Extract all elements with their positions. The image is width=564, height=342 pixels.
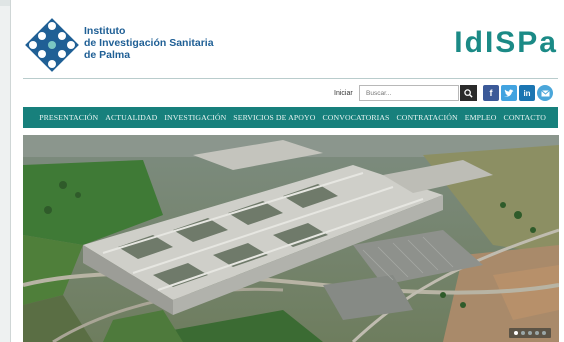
brand-wordmark[interactable]: IdISPa <box>454 26 558 60</box>
envelope-glyph <box>540 89 550 96</box>
nav-item-convocatorias[interactable]: CONVOCATORIAS <box>322 113 389 122</box>
linkedin-glyph: in <box>523 88 531 98</box>
hero-aerial-photo <box>23 135 559 342</box>
nav-item-presentacion[interactable]: PRESENTACIÓN <box>39 113 98 122</box>
login-link[interactable]: Iniciar <box>334 90 353 97</box>
search-input[interactable] <box>359 85 459 101</box>
main-nav: PRESENTACIÓN ACTUALIDAD INVESTIGACIÓN SE… <box>23 107 558 128</box>
slider-dot-4[interactable] <box>535 331 539 335</box>
search-button[interactable] <box>460 85 477 101</box>
header-divider <box>23 78 558 79</box>
twitter-icon[interactable] <box>501 85 517 101</box>
institute-logo-icon[interactable] <box>24 17 80 73</box>
search-icon <box>464 88 473 98</box>
slider-dot-1[interactable] <box>514 331 518 335</box>
hero-slider[interactable] <box>23 135 559 342</box>
slider-dots <box>509 328 551 338</box>
nav-item-contacto[interactable]: CONTACTO <box>504 113 546 122</box>
slider-dot-5[interactable] <box>542 331 546 335</box>
institute-name[interactable]: Instituto de Investigación Sanitaria de … <box>84 25 214 61</box>
institute-name-line2: de Investigación Sanitaria <box>84 37 214 49</box>
slider-dot-2[interactable] <box>521 331 525 335</box>
twitter-bird-glyph <box>504 89 514 97</box>
facebook-icon[interactable]: f <box>483 85 499 101</box>
slider-dot-3[interactable] <box>528 331 532 335</box>
page-container: Instituto de Investigación Sanitaria de … <box>10 0 564 342</box>
nav-item-contratacion[interactable]: CONTRATACIÓN <box>397 113 458 122</box>
nav-item-actualidad[interactable]: ACTUALIDAD <box>105 113 157 122</box>
nav-item-investigacion[interactable]: INVESTIGACIÓN <box>164 113 226 122</box>
nav-item-empleo[interactable]: EMPLEO <box>465 113 497 122</box>
institute-name-line3: de Palma <box>84 49 131 61</box>
institute-name-line1: Instituto <box>84 25 126 37</box>
nav-item-servicios-de-apoyo[interactable]: SERVICIOS DE APOYO <box>233 113 315 122</box>
email-icon[interactable] <box>537 85 553 101</box>
linkedin-icon[interactable]: in <box>519 85 535 101</box>
facebook-glyph: f <box>489 88 493 98</box>
